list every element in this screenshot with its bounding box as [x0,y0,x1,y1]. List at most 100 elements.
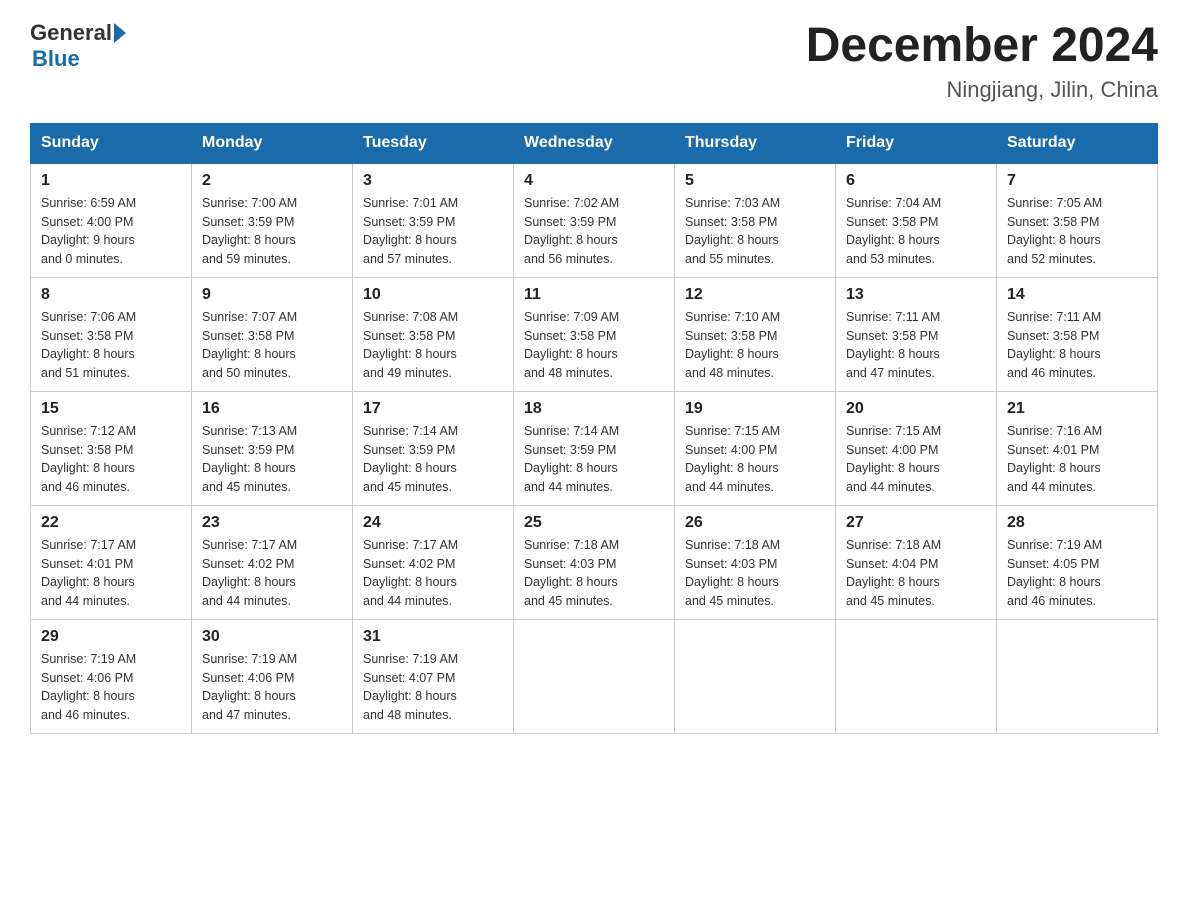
day-number: 8 [41,286,181,304]
title-block: December 2024 Ningjiang, Jilin, China [806,20,1158,103]
table-row: 9 Sunrise: 7:07 AMSunset: 3:58 PMDayligh… [192,277,353,391]
day-info: Sunrise: 7:07 AMSunset: 3:58 PMDaylight:… [202,310,297,380]
day-number: 17 [363,400,503,418]
table-row: 26 Sunrise: 7:18 AMSunset: 4:03 PMDaylig… [675,505,836,619]
day-number: 1 [41,172,181,190]
table-row: 31 Sunrise: 7:19 AMSunset: 4:07 PMDaylig… [353,619,514,733]
table-row: 7 Sunrise: 7:05 AMSunset: 3:58 PMDayligh… [997,163,1158,278]
table-row: 30 Sunrise: 7:19 AMSunset: 4:06 PMDaylig… [192,619,353,733]
day-number: 25 [524,514,664,532]
table-row: 13 Sunrise: 7:11 AMSunset: 3:58 PMDaylig… [836,277,997,391]
day-info: Sunrise: 7:15 AMSunset: 4:00 PMDaylight:… [685,424,780,494]
logo-general-text: General [30,20,112,46]
day-number: 2 [202,172,342,190]
table-row: 18 Sunrise: 7:14 AMSunset: 3:59 PMDaylig… [514,391,675,505]
col-sunday: Sunday [31,123,192,163]
day-number: 15 [41,400,181,418]
logo-blue-text: Blue [30,46,80,72]
day-number: 11 [524,286,664,304]
day-number: 13 [846,286,986,304]
day-number: 27 [846,514,986,532]
day-info: Sunrise: 7:19 AMSunset: 4:07 PMDaylight:… [363,652,458,722]
calendar-week-row: 15 Sunrise: 7:12 AMSunset: 3:58 PMDaylig… [31,391,1158,505]
day-info: Sunrise: 7:18 AMSunset: 4:03 PMDaylight:… [524,538,619,608]
day-number: 12 [685,286,825,304]
page-header: General Blue December 2024 Ningjiang, Ji… [30,20,1158,103]
table-row: 21 Sunrise: 7:16 AMSunset: 4:01 PMDaylig… [997,391,1158,505]
day-info: Sunrise: 7:00 AMSunset: 3:59 PMDaylight:… [202,196,297,266]
table-row: 19 Sunrise: 7:15 AMSunset: 4:00 PMDaylig… [675,391,836,505]
day-info: Sunrise: 7:18 AMSunset: 4:03 PMDaylight:… [685,538,780,608]
table-row: 25 Sunrise: 7:18 AMSunset: 4:03 PMDaylig… [514,505,675,619]
day-info: Sunrise: 7:11 AMSunset: 3:58 PMDaylight:… [846,310,940,380]
table-row: 3 Sunrise: 7:01 AMSunset: 3:59 PMDayligh… [353,163,514,278]
table-row: 14 Sunrise: 7:11 AMSunset: 3:58 PMDaylig… [997,277,1158,391]
table-row [675,619,836,733]
table-row: 15 Sunrise: 7:12 AMSunset: 3:58 PMDaylig… [31,391,192,505]
day-info: Sunrise: 7:19 AMSunset: 4:06 PMDaylight:… [41,652,136,722]
col-friday: Friday [836,123,997,163]
table-row: 4 Sunrise: 7:02 AMSunset: 3:59 PMDayligh… [514,163,675,278]
day-number: 6 [846,172,986,190]
logo-arrow-icon [114,23,126,43]
table-row: 20 Sunrise: 7:15 AMSunset: 4:00 PMDaylig… [836,391,997,505]
day-number: 31 [363,628,503,646]
table-row: 12 Sunrise: 7:10 AMSunset: 3:58 PMDaylig… [675,277,836,391]
table-row: 1 Sunrise: 6:59 AMSunset: 4:00 PMDayligh… [31,163,192,278]
day-number: 30 [202,628,342,646]
col-saturday: Saturday [997,123,1158,163]
day-number: 3 [363,172,503,190]
calendar-week-row: 8 Sunrise: 7:06 AMSunset: 3:58 PMDayligh… [31,277,1158,391]
day-info: Sunrise: 7:16 AMSunset: 4:01 PMDaylight:… [1007,424,1102,494]
calendar-header-row: Sunday Monday Tuesday Wednesday Thursday… [31,123,1158,163]
calendar-week-row: 22 Sunrise: 7:17 AMSunset: 4:01 PMDaylig… [31,505,1158,619]
day-number: 19 [685,400,825,418]
day-info: Sunrise: 7:10 AMSunset: 3:58 PMDaylight:… [685,310,780,380]
day-number: 21 [1007,400,1147,418]
day-number: 9 [202,286,342,304]
day-info: Sunrise: 7:06 AMSunset: 3:58 PMDaylight:… [41,310,136,380]
day-info: Sunrise: 7:04 AMSunset: 3:58 PMDaylight:… [846,196,941,266]
table-row: 29 Sunrise: 7:19 AMSunset: 4:06 PMDaylig… [31,619,192,733]
day-info: Sunrise: 7:17 AMSunset: 4:02 PMDaylight:… [202,538,297,608]
day-info: Sunrise: 6:59 AMSunset: 4:00 PMDaylight:… [41,196,136,266]
day-number: 10 [363,286,503,304]
table-row: 2 Sunrise: 7:00 AMSunset: 3:59 PMDayligh… [192,163,353,278]
table-row [514,619,675,733]
col-tuesday: Tuesday [353,123,514,163]
table-row [997,619,1158,733]
location-subtitle: Ningjiang, Jilin, China [806,77,1158,103]
table-row: 6 Sunrise: 7:04 AMSunset: 3:58 PMDayligh… [836,163,997,278]
day-info: Sunrise: 7:19 AMSunset: 4:05 PMDaylight:… [1007,538,1102,608]
col-wednesday: Wednesday [514,123,675,163]
calendar-week-row: 1 Sunrise: 6:59 AMSunset: 4:00 PMDayligh… [31,163,1158,278]
table-row: 28 Sunrise: 7:19 AMSunset: 4:05 PMDaylig… [997,505,1158,619]
table-row: 22 Sunrise: 7:17 AMSunset: 4:01 PMDaylig… [31,505,192,619]
table-row [836,619,997,733]
day-info: Sunrise: 7:13 AMSunset: 3:59 PMDaylight:… [202,424,297,494]
table-row: 5 Sunrise: 7:03 AMSunset: 3:58 PMDayligh… [675,163,836,278]
logo: General Blue [30,20,128,72]
day-number: 4 [524,172,664,190]
day-number: 29 [41,628,181,646]
day-info: Sunrise: 7:01 AMSunset: 3:59 PMDaylight:… [363,196,458,266]
day-info: Sunrise: 7:03 AMSunset: 3:58 PMDaylight:… [685,196,780,266]
table-row: 27 Sunrise: 7:18 AMSunset: 4:04 PMDaylig… [836,505,997,619]
table-row: 10 Sunrise: 7:08 AMSunset: 3:58 PMDaylig… [353,277,514,391]
day-number: 24 [363,514,503,532]
day-number: 14 [1007,286,1147,304]
col-thursday: Thursday [675,123,836,163]
month-year-title: December 2024 [806,20,1158,73]
day-info: Sunrise: 7:19 AMSunset: 4:06 PMDaylight:… [202,652,297,722]
day-number: 16 [202,400,342,418]
day-number: 20 [846,400,986,418]
day-number: 18 [524,400,664,418]
day-info: Sunrise: 7:17 AMSunset: 4:01 PMDaylight:… [41,538,136,608]
day-number: 26 [685,514,825,532]
day-number: 23 [202,514,342,532]
day-number: 5 [685,172,825,190]
day-info: Sunrise: 7:09 AMSunset: 3:58 PMDaylight:… [524,310,619,380]
calendar-table: Sunday Monday Tuesday Wednesday Thursday… [30,123,1158,734]
day-info: Sunrise: 7:15 AMSunset: 4:00 PMDaylight:… [846,424,941,494]
table-row: 24 Sunrise: 7:17 AMSunset: 4:02 PMDaylig… [353,505,514,619]
